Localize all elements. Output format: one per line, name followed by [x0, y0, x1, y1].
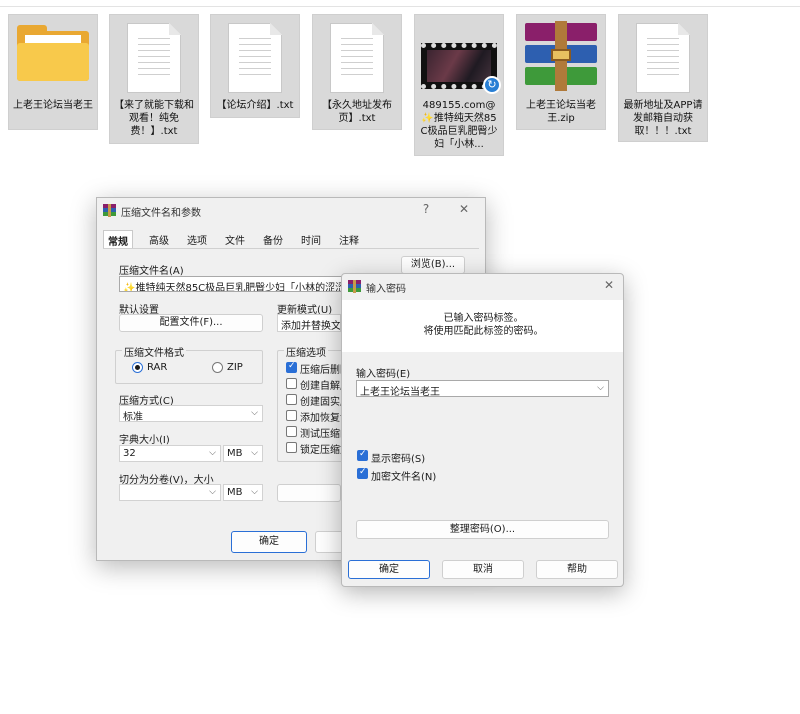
folder-icon	[17, 25, 89, 83]
password-input[interactable]: 上老王论坛当老王 ⌵	[356, 380, 609, 398]
cancel-button[interactable]: 取消	[442, 560, 524, 579]
compression-method-value: 标准	[123, 412, 143, 423]
password-dialog: 输入密码 ✕ 已输入密码标签。 将使用匹配此标签的密码。 输入密码(E) 上老王…	[341, 273, 624, 587]
tab-comment[interactable]: 注释	[335, 230, 363, 249]
dictionary-size-select[interactable]: 32 ⌵	[119, 445, 221, 462]
option-checkbox[interactable]	[286, 361, 297, 373]
update-mode-select[interactable]: 添加并替换文件	[277, 314, 341, 332]
dictionary-size-value: 32	[123, 448, 136, 459]
encrypt-filenames-checkbox[interactable]	[357, 467, 368, 479]
file-name: 【来了就能下载和观看！纯免费！】.txt	[114, 100, 194, 137]
file-tile-folder[interactable]: 上老王论坛当老王	[8, 14, 98, 130]
chevron-down-icon: ⌵	[251, 448, 258, 458]
dialog-title: 输入密码	[366, 284, 406, 295]
option-checkbox[interactable]	[286, 426, 297, 437]
explorer-top-divider	[0, 6, 800, 7]
help-icon[interactable]: ?	[417, 202, 435, 216]
format-zip-radio[interactable]	[212, 362, 223, 373]
chevron-down-icon: ⌵	[251, 487, 258, 497]
help-button[interactable]: 帮助	[536, 560, 618, 579]
archive-name-label: 压缩文件名(A)	[119, 266, 184, 277]
format-rar-radio[interactable]	[132, 362, 143, 373]
info-line-2: 将使用匹配此标签的密码。	[423, 326, 544, 337]
close-icon[interactable]: ✕	[455, 202, 473, 216]
chevron-down-icon: ⌵	[251, 408, 258, 418]
winrar-icon	[348, 280, 361, 293]
archive-options-group: 压缩选项 压缩后删除 创建自解压 创建固实压 添加恢复记 测试压缩的 锁定压缩文	[277, 344, 350, 462]
file-tile-txt-1[interactable]: 【来了就能下载和观看！纯免费！】.txt	[109, 14, 199, 144]
video-thumbnail-icon: ↻	[421, 43, 501, 94]
option-checkbox[interactable]	[286, 378, 297, 389]
tab-files[interactable]: 文件	[221, 230, 249, 249]
archive-options-label: 压缩选项	[284, 344, 328, 359]
text-file-icon	[228, 23, 282, 93]
profiles-button[interactable]: 配置文件(F)...	[119, 314, 263, 332]
ok-button[interactable]: 确定	[348, 560, 430, 579]
text-file-icon	[636, 23, 690, 93]
dictionary-size-label: 字典大小(I)	[119, 435, 170, 446]
password-label: 输入密码(E)	[356, 369, 411, 380]
ok-button[interactable]: 确定	[231, 531, 307, 553]
archive-format-label: 压缩文件格式	[122, 344, 186, 359]
file-name: 最新地址及APP请发邮箱自动获取！！！.txt	[623, 100, 703, 137]
tab-backup[interactable]: 备份	[259, 230, 287, 249]
sync-icon: ↻	[483, 76, 501, 94]
option-checkbox[interactable]	[286, 442, 297, 453]
chevron-down-icon: ⌵	[209, 487, 216, 497]
dialog-titlebar: 压缩文件名和参数 ? ✕	[97, 198, 485, 224]
encrypt-filenames-label: 加密文件名(N)	[371, 472, 437, 483]
file-name: 上老王论坛当老王	[13, 100, 93, 111]
file-tile-video[interactable]: ↻ 489155.com@✨推特纯天然85C极品巨乳肥臀少妇「小林...	[414, 14, 504, 156]
format-rar-label: RAR	[147, 362, 168, 373]
split-size-select[interactable]: ⌵	[119, 484, 221, 501]
file-name: 【永久地址发布页】.txt	[322, 100, 392, 124]
file-name: 【论坛介绍】.txt	[216, 100, 294, 111]
file-name: 上老王论坛当老王.zip	[526, 100, 596, 124]
winrar-icon	[103, 204, 116, 217]
archive-format-group: 压缩文件格式 RAR ZIP	[115, 344, 263, 384]
file-tile-zip[interactable]: 上老王论坛当老王.zip	[516, 14, 606, 130]
tab-options[interactable]: 选项	[183, 230, 211, 249]
dictionary-unit-select[interactable]: MB ⌵	[223, 445, 263, 462]
tab-advanced[interactable]: 高级	[145, 230, 173, 249]
tab-general[interactable]: 常规	[103, 230, 133, 250]
text-file-icon	[127, 23, 181, 93]
winrar-archive-icon	[521, 21, 601, 91]
tab-time[interactable]: 时间	[297, 230, 325, 249]
show-password-label: 显示密码(S)	[371, 454, 426, 465]
organize-passwords-button[interactable]: 整理密码(O)...	[356, 520, 609, 539]
text-file-icon	[330, 23, 384, 93]
split-unit-value: MB	[227, 487, 243, 498]
chevron-down-icon: ⌵	[209, 448, 216, 458]
option-checkbox[interactable]	[286, 394, 297, 405]
file-tile-txt-2[interactable]: 【论坛介绍】.txt	[210, 14, 300, 118]
archive-name-input[interactable]: ✨推特纯天然85C极品巨乳肥臀少妇「小林的涩涩日常	[119, 276, 373, 292]
close-icon[interactable]: ✕	[600, 278, 618, 292]
chevron-down-icon: ⌵	[597, 383, 604, 393]
password-value: 上老王论坛当老王	[360, 387, 440, 398]
format-zip-label: ZIP	[227, 362, 243, 373]
file-tile-txt-3[interactable]: 【永久地址发布页】.txt	[312, 14, 402, 130]
dictionary-unit-value: MB	[227, 448, 243, 459]
dialog-title: 压缩文件名和参数	[121, 208, 201, 219]
option-checkbox[interactable]	[286, 410, 297, 421]
file-tile-txt-4[interactable]: 最新地址及APP请发邮箱自动获取！！！.txt	[618, 14, 708, 142]
file-name: 489155.com@✨推特纯天然85C极品巨乳肥臀少妇「小林...	[420, 100, 498, 150]
split-unit-select[interactable]: MB ⌵	[223, 484, 263, 501]
compression-method-select[interactable]: 标准 ⌵	[119, 405, 263, 423]
save-settings-button[interactable]	[277, 484, 341, 502]
dialog-titlebar: 输入密码 ✕	[342, 274, 623, 300]
show-password-checkbox[interactable]	[357, 449, 368, 461]
browse-button[interactable]: 浏览(B)...	[401, 256, 465, 274]
